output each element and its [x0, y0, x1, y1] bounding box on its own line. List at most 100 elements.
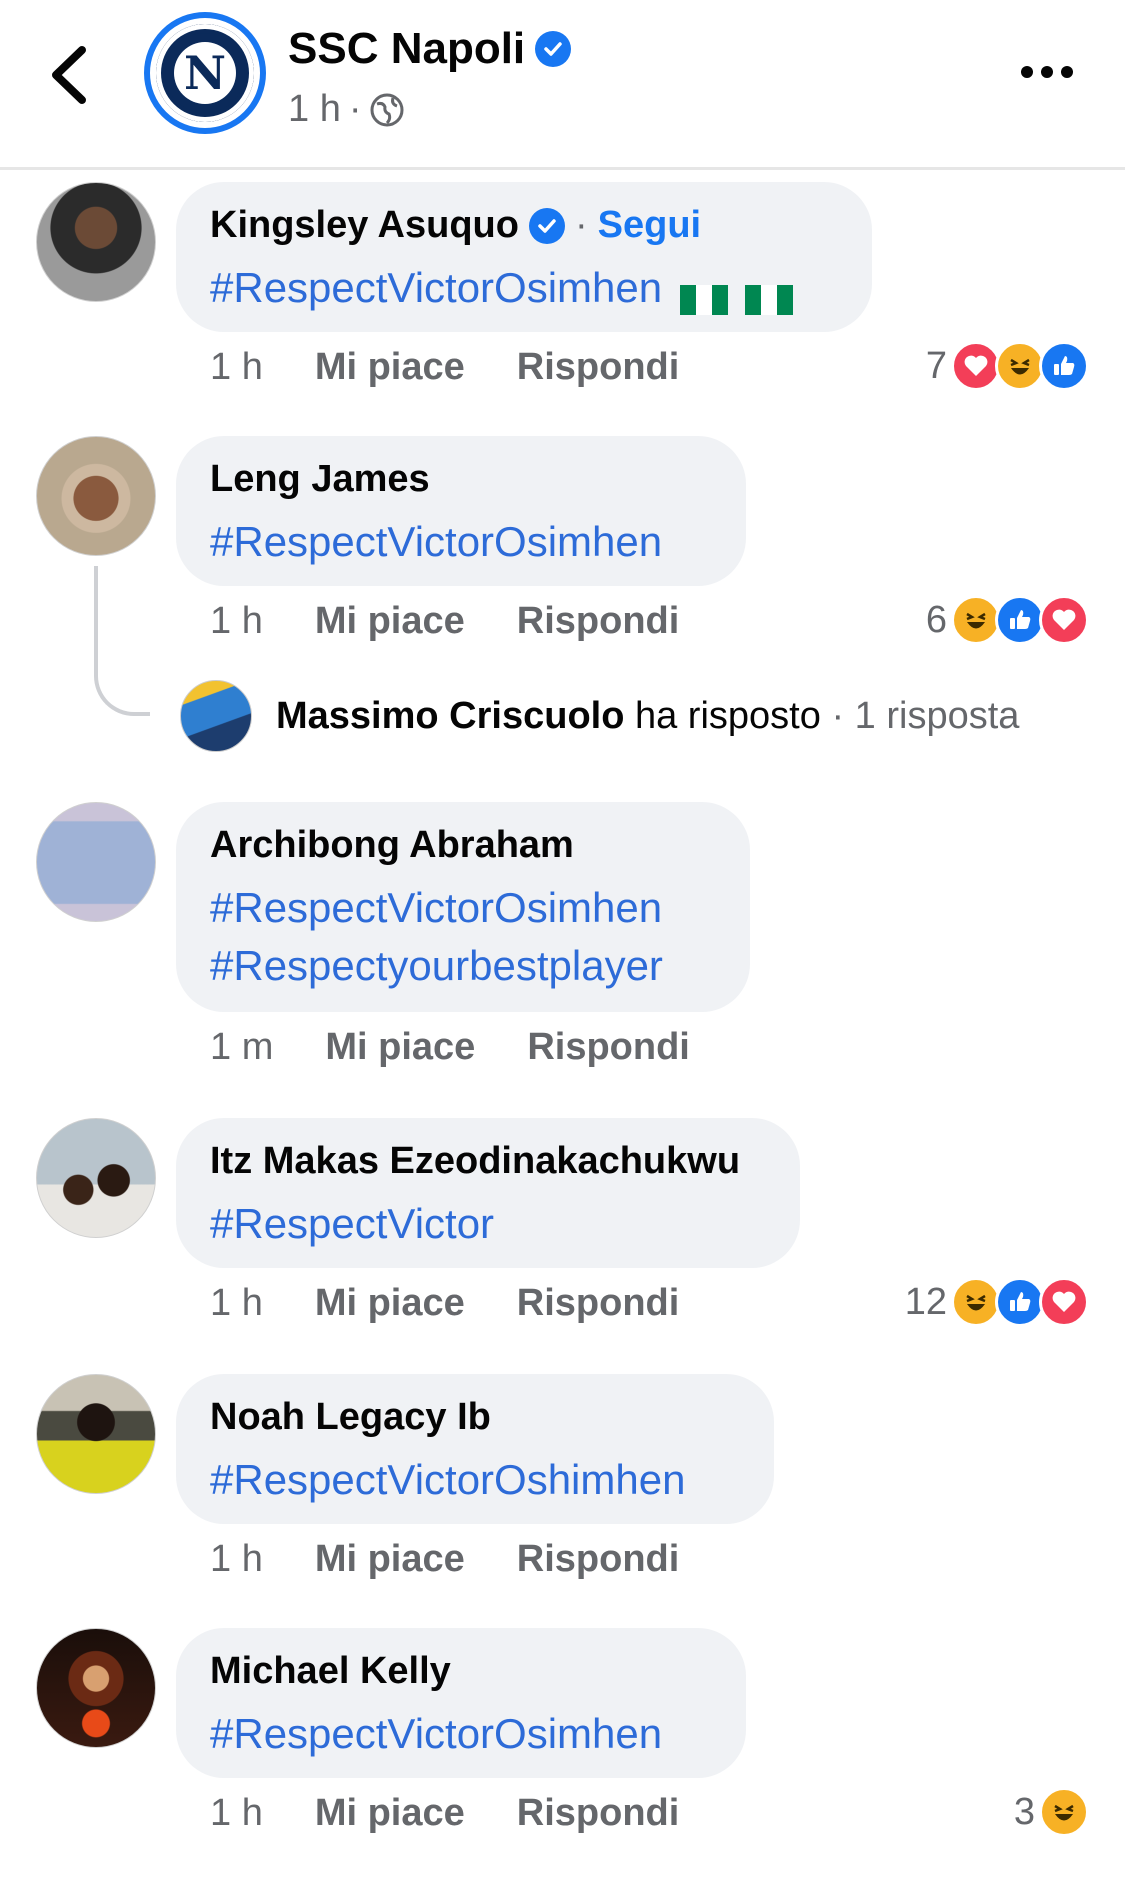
reaction-summary[interactable]: 6 — [926, 595, 1089, 645]
author-name[interactable]: Archibong Abraham — [210, 824, 574, 867]
dot-icon — [1021, 66, 1033, 78]
reaction-count: 7 — [925, 344, 947, 387]
like-button[interactable]: Mi piace — [315, 1792, 465, 1835]
reply-button[interactable]: Rispondi — [517, 1792, 680, 1835]
comment-time[interactable]: 1 m — [210, 1026, 273, 1069]
comment-actions: 1 h Mi piace Rispondi — [210, 346, 679, 389]
comment-text: #RespectVictorOshimhen — [210, 1451, 740, 1509]
haha-reaction-icon — [951, 1277, 1001, 1327]
hashtag-link[interactable]: #RespectVictorOsimhen — [210, 879, 716, 937]
comment-author: Noah Legacy Ib — [210, 1396, 740, 1439]
logo-letter: N — [174, 42, 236, 104]
comment-time[interactable]: 1 h — [210, 600, 263, 643]
comment-time[interactable]: 1 h — [210, 1792, 263, 1835]
avatar[interactable] — [36, 182, 156, 302]
hashtag-link[interactable]: #RespectVictorOsimhen — [210, 518, 662, 565]
haha-reaction-icon — [995, 341, 1045, 391]
hashtag-link[interactable]: #RespectVictorOsimhen — [210, 1710, 662, 1757]
hashtag-link[interactable]: #Respectyourbestplayer — [210, 937, 716, 995]
replies-summary[interactable]: Massimo Criscuolo ha risposto · 1 rispos… — [180, 680, 1019, 752]
reply-thread-line — [94, 566, 150, 716]
comment-actions: 1 h Mi piace Rispondi — [210, 1282, 679, 1325]
author-name[interactable]: Noah Legacy Ib — [210, 1396, 491, 1439]
comment-time[interactable]: 1 h — [210, 1538, 263, 1581]
reply-button[interactable]: Rispondi — [517, 1282, 680, 1325]
verified-badge-icon — [535, 31, 572, 67]
comment-time[interactable]: 1 h — [210, 1282, 263, 1325]
page-name-text[interactable]: SSC Napoli — [288, 24, 525, 74]
post-time[interactable]: 1 h — [288, 88, 341, 131]
love-reaction-icon — [951, 341, 1001, 391]
dot-icon — [1041, 66, 1053, 78]
chevron-left-icon — [52, 46, 86, 104]
comment-actions: 1 m Mi piace Rispondi — [210, 1026, 690, 1069]
meta-separator: · — [348, 88, 362, 130]
reaction-summary[interactable]: 12 — [905, 1277, 1089, 1327]
avatar[interactable] — [36, 1118, 156, 1238]
comment-bubble: Leng James #RespectVictorOsimhen — [176, 436, 746, 586]
like-reaction-icon — [995, 1277, 1045, 1327]
comment-author: Leng James — [210, 458, 712, 501]
author-name[interactable]: Michael Kelly — [210, 1650, 451, 1693]
like-button[interactable]: Mi piace — [315, 600, 465, 643]
page-name[interactable]: SSC Napoli — [288, 24, 572, 74]
page-logo[interactable]: N — [144, 12, 266, 134]
comment-bubble: Itz Makas Ezeodinakachukwu #RespectVicto… — [176, 1118, 800, 1268]
reaction-count: 6 — [925, 598, 947, 641]
verified-badge-icon — [528, 207, 565, 244]
author-name[interactable]: Leng James — [210, 458, 430, 501]
comment-bubble: Kingsley Asuquo · Segui #RespectVictorOs… — [176, 182, 872, 332]
avatar[interactable] — [36, 436, 156, 556]
comment-actions: 1 h Mi piace Rispondi — [210, 600, 679, 643]
dot-icon — [1061, 66, 1073, 78]
reaction-summary[interactable]: 3 — [1014, 1787, 1089, 1837]
comment-time[interactable]: 1 h — [210, 346, 263, 389]
reply-button[interactable]: Rispondi — [517, 600, 680, 643]
comment-bubble: Noah Legacy Ib #RespectVictorOshimhen — [176, 1374, 774, 1524]
author-name[interactable]: Itz Makas Ezeodinakachukwu — [210, 1140, 740, 1183]
post-header: N SSC Napoli 1 h · — [0, 0, 1125, 170]
reply-action-text: ha risposto — [634, 694, 821, 737]
comment-actions: 1 h Mi piace Rispondi — [210, 1792, 679, 1835]
comment-text: #RespectVictorOsimhen — [210, 513, 712, 571]
back-button[interactable] — [44, 44, 94, 106]
avatar[interactable] — [36, 802, 156, 922]
avatar[interactable] — [36, 1374, 156, 1494]
comment-text: #RespectVictorOsimhen — [210, 1705, 712, 1763]
dot-separator: · — [574, 204, 588, 246]
more-options-button[interactable] — [1021, 58, 1077, 86]
comment-bubble: Michael Kelly #RespectVictorOsimhen — [176, 1628, 746, 1778]
comment-author: Archibong Abraham — [210, 824, 716, 867]
haha-reaction-icon — [1039, 1787, 1089, 1837]
nigeria-flag-icon — [679, 272, 728, 315]
reply-button[interactable]: Rispondi — [527, 1026, 690, 1069]
hashtag-link[interactable]: #RespectVictorOshimhen — [210, 1456, 685, 1503]
comment-author: Itz Makas Ezeodinakachukwu — [210, 1140, 766, 1183]
avatar — [180, 680, 252, 752]
like-button[interactable]: Mi piace — [315, 1282, 465, 1325]
comment-bubble: Archibong Abraham #RespectVictorOsimhen … — [176, 802, 750, 1012]
avatar[interactable] — [36, 1628, 156, 1748]
love-reaction-icon — [1039, 595, 1089, 645]
like-button[interactable]: Mi piace — [325, 1026, 475, 1069]
reply-author-name[interactable]: Massimo Criscuolo — [276, 695, 624, 737]
reaction-count: 12 — [904, 1280, 947, 1323]
follow-button[interactable]: Segui — [598, 204, 701, 247]
comment-actions: 1 h Mi piace Rispondi — [210, 1538, 679, 1581]
like-button[interactable]: Mi piace — [315, 346, 465, 389]
comment-text: #RespectVictorOsimhen — [210, 259, 838, 317]
nigeria-flag-icon — [745, 272, 794, 315]
hashtag-link[interactable]: #RespectVictorOsimhen — [210, 264, 662, 311]
reaction-summary[interactable]: 7 — [926, 341, 1089, 391]
author-name[interactable]: Kingsley Asuquo — [210, 204, 519, 247]
reply-button[interactable]: Rispondi — [517, 1538, 680, 1581]
like-reaction-icon — [1039, 341, 1089, 391]
reply-count[interactable]: · 1 risposta — [831, 695, 1019, 737]
like-button[interactable]: Mi piace — [315, 1538, 465, 1581]
reply-button[interactable]: Rispondi — [517, 346, 680, 389]
reaction-count: 3 — [1013, 1790, 1035, 1833]
comment-text: #RespectVictorOsimhen #Respectyourbestpl… — [210, 879, 716, 995]
hashtag-link[interactable]: #RespectVictor — [210, 1200, 494, 1247]
comment-author: Kingsley Asuquo · Segui — [210, 204, 838, 247]
globe-icon — [370, 93, 404, 126]
